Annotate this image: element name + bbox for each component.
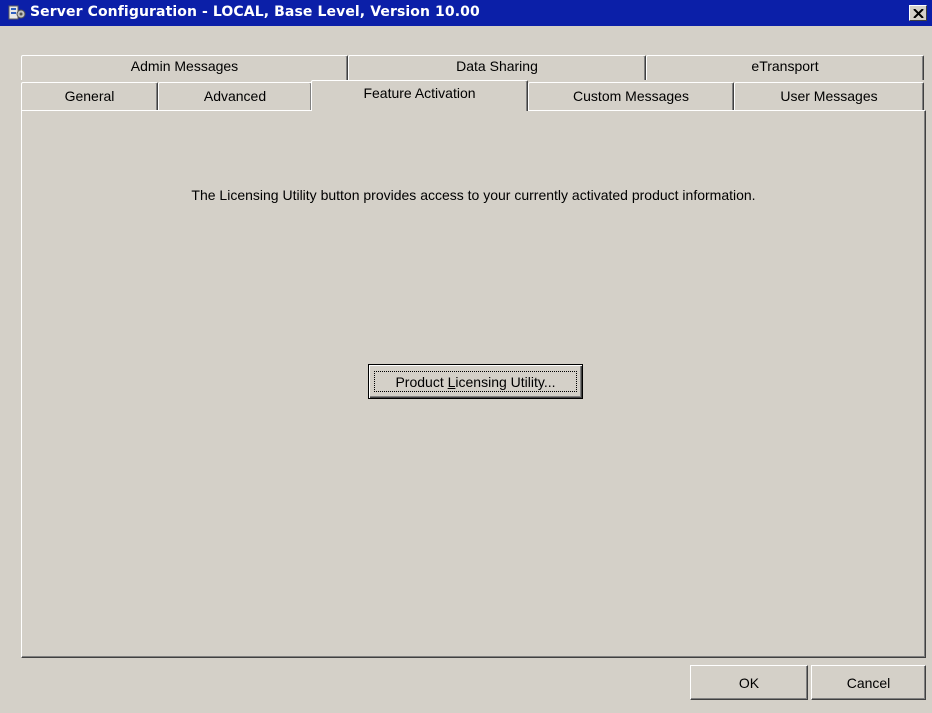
tab-label: General <box>64 88 115 104</box>
tab-general[interactable]: General <box>21 82 158 110</box>
close-icon <box>913 9 924 18</box>
cancel-label: Cancel <box>846 674 891 691</box>
tab-data-sharing[interactable]: Data Sharing <box>348 55 646 80</box>
tab-label: Advanced <box>203 88 267 104</box>
close-button[interactable] <box>909 5 927 21</box>
tab-admin-messages[interactable]: Admin Messages <box>21 55 348 80</box>
title-bar[interactable]: Server Configuration - LOCAL, Base Level… <box>0 0 932 26</box>
button-focus-rect: Product Licensing Utility... <box>374 371 577 392</box>
tab-user-messages[interactable]: User Messages <box>734 82 924 110</box>
tab-label: User Messages <box>780 88 878 104</box>
tab-feature-activation[interactable]: Feature Activation <box>311 80 528 111</box>
server-app-icon <box>8 5 26 20</box>
tab-label: eTransport <box>751 58 819 74</box>
tab-label: Data Sharing <box>456 58 538 74</box>
ok-label: OK <box>738 674 760 691</box>
button-label-pre: Product <box>395 374 448 390</box>
tab-label: Admin Messages <box>130 58 239 74</box>
tab-custom-messages[interactable]: Custom Messages <box>528 82 734 110</box>
product-licensing-utility-button[interactable]: Product Licensing Utility... <box>368 364 583 399</box>
ok-button[interactable]: OK <box>690 665 808 700</box>
feature-activation-panel: The Licensing Utility button provides ac… <box>21 110 926 658</box>
cancel-button[interactable]: Cancel <box>811 665 926 700</box>
button-label-post: icensing Utility... <box>455 374 556 390</box>
tab-etransport[interactable]: eTransport <box>646 55 924 80</box>
tab-label: Custom Messages <box>573 88 689 104</box>
licensing-info-text: The Licensing Utility button provides ac… <box>191 187 756 203</box>
window-title: Server Configuration - LOCAL, Base Level… <box>30 4 480 20</box>
tab-advanced[interactable]: Advanced <box>158 82 312 110</box>
server-configuration-dialog: Server Configuration - LOCAL, Base Level… <box>0 0 932 713</box>
tab-label: Feature Activation <box>363 85 476 101</box>
